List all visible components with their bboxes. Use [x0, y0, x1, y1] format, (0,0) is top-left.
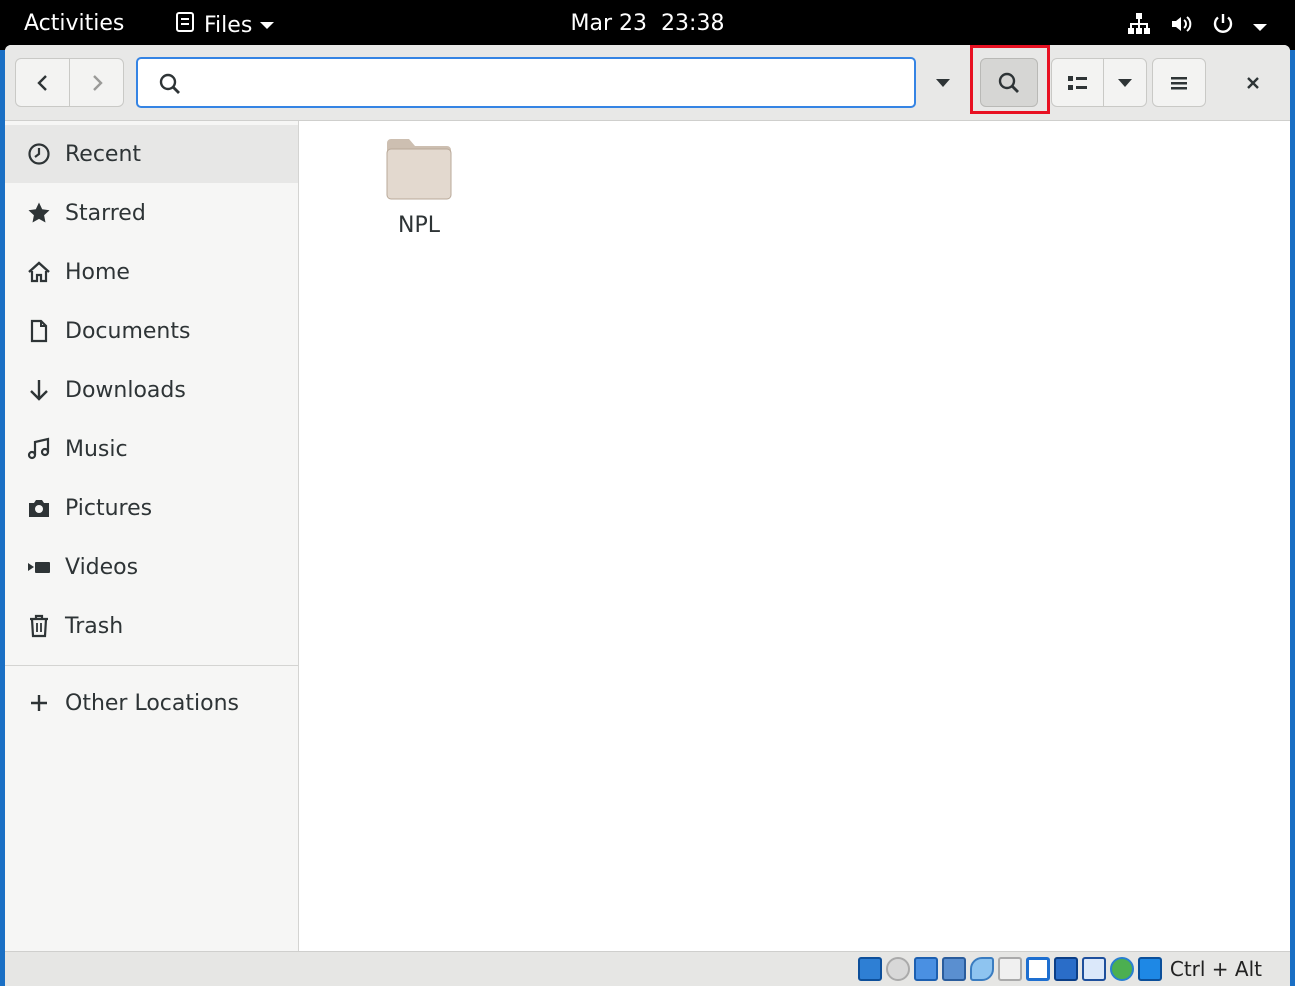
trash-icon: [27, 614, 51, 638]
folder-name: NPL: [398, 213, 440, 238]
sidebar-item-music[interactable]: Music: [5, 420, 298, 478]
files-window: Recent Starred Home Documents Downloads …: [5, 45, 1290, 986]
sidebar-item-recent[interactable]: Recent: [5, 125, 298, 183]
top-bar: Activities Files Mar 23 23:38: [0, 0, 1295, 50]
sidebar-item-label: Recent: [65, 141, 142, 167]
chevron-down-icon: [1118, 78, 1132, 87]
sidebar-item-label: Starred: [65, 200, 146, 226]
hard-disk-icon[interactable]: [857, 957, 882, 981]
guest-additions-icon[interactable]: [1109, 957, 1134, 981]
sidebar-item-label: Home: [65, 259, 130, 285]
usb-icon[interactable]: [969, 957, 994, 981]
virtualization-icon[interactable]: [1081, 957, 1106, 981]
list-view-icon: [1067, 75, 1087, 90]
clock-icon: [27, 142, 51, 166]
sidebar-item-label: Other Locations: [65, 690, 239, 716]
sidebar-item-label: Documents: [65, 318, 191, 344]
chevron-left-icon: [36, 74, 47, 91]
sidebar-item-videos[interactable]: Videos: [5, 538, 298, 596]
vm-status-bar: Ctrl + Alt: [5, 951, 1290, 986]
folder-item[interactable]: NPL: [379, 131, 459, 238]
sidebar-divider: [5, 665, 298, 666]
keyboard-capture-icon[interactable]: [1137, 957, 1162, 981]
power-icon: [1211, 12, 1235, 42]
search-icon: [998, 72, 1019, 93]
chevron-down-icon: [260, 21, 275, 29]
sidebar-item-documents[interactable]: Documents: [5, 302, 298, 360]
search-button[interactable]: [980, 58, 1038, 107]
chevron-down-icon: [936, 78, 950, 87]
optical-drive-icon[interactable]: [885, 957, 910, 981]
hamburger-menu-icon: [1171, 76, 1187, 89]
sidebar-item-label: Trash: [65, 613, 124, 639]
activities-button[interactable]: Activities: [24, 11, 124, 36]
header-bar: [5, 45, 1290, 121]
video-icon: [27, 555, 51, 579]
system-menu[interactable]: [1127, 12, 1267, 42]
audio-icon[interactable]: [913, 957, 938, 981]
search-field[interactable]: [136, 57, 916, 108]
network-icon: [1127, 12, 1151, 42]
sidebar-item-starred[interactable]: Starred: [5, 184, 298, 242]
sidebar-item-label: Music: [65, 436, 128, 462]
home-icon: [27, 260, 51, 284]
sidebar-item-trash[interactable]: Trash: [5, 597, 298, 655]
search-input[interactable]: [190, 69, 894, 99]
sidebar-item-pictures[interactable]: Pictures: [5, 479, 298, 537]
sidebar-item-label: Pictures: [65, 495, 153, 521]
clock-button[interactable]: Mar 23 23:38: [571, 11, 725, 36]
sidebar-item-label: Videos: [65, 554, 139, 580]
download-icon: [27, 378, 51, 402]
folder-icon: [386, 139, 452, 200]
file-view: NPL: [299, 121, 1290, 951]
chevron-down-icon: [1253, 23, 1267, 31]
network-adapter-icon[interactable]: [941, 957, 966, 981]
music-icon: [27, 437, 51, 461]
document-icon: [27, 319, 51, 343]
clock-date: Mar 23: [570, 11, 648, 36]
main-menu-button[interactable]: [1152, 58, 1206, 107]
sidebar-item-downloads[interactable]: Downloads: [5, 361, 298, 419]
plus-icon: [27, 691, 51, 715]
view-options-button[interactable]: [1103, 58, 1147, 107]
view-mode-button[interactable]: [1051, 58, 1104, 107]
sidebar-item-other-locations[interactable]: Other Locations: [5, 674, 298, 732]
files-app-icon: [174, 11, 196, 39]
clock-time: 23:38: [661, 11, 725, 36]
forward-button[interactable]: [69, 58, 124, 107]
location-dropdown-button[interactable]: [921, 58, 965, 107]
close-window-button[interactable]: [1231, 58, 1275, 107]
host-key-label: Ctrl + Alt: [1169, 957, 1262, 981]
volume-icon: [1169, 12, 1193, 42]
close-icon: [1247, 76, 1259, 89]
chevron-right-icon: [92, 74, 103, 91]
display-icon[interactable]: [1025, 957, 1050, 981]
camera-icon: [27, 496, 51, 520]
shared-folder-icon[interactable]: [997, 957, 1022, 981]
star-icon: [27, 201, 51, 225]
places-sidebar: Recent Starred Home Documents Downloads …: [5, 121, 299, 986]
sidebar-item-label: Downloads: [65, 377, 186, 403]
search-icon: [159, 73, 180, 94]
back-button[interactable]: [15, 58, 70, 107]
vm-status-tray: Ctrl + Alt: [857, 957, 1262, 981]
recording-icon[interactable]: [1053, 957, 1078, 981]
app-menu-label: Files: [204, 12, 253, 38]
app-menu[interactable]: Files: [174, 11, 275, 39]
sidebar-item-home[interactable]: Home: [5, 243, 298, 301]
